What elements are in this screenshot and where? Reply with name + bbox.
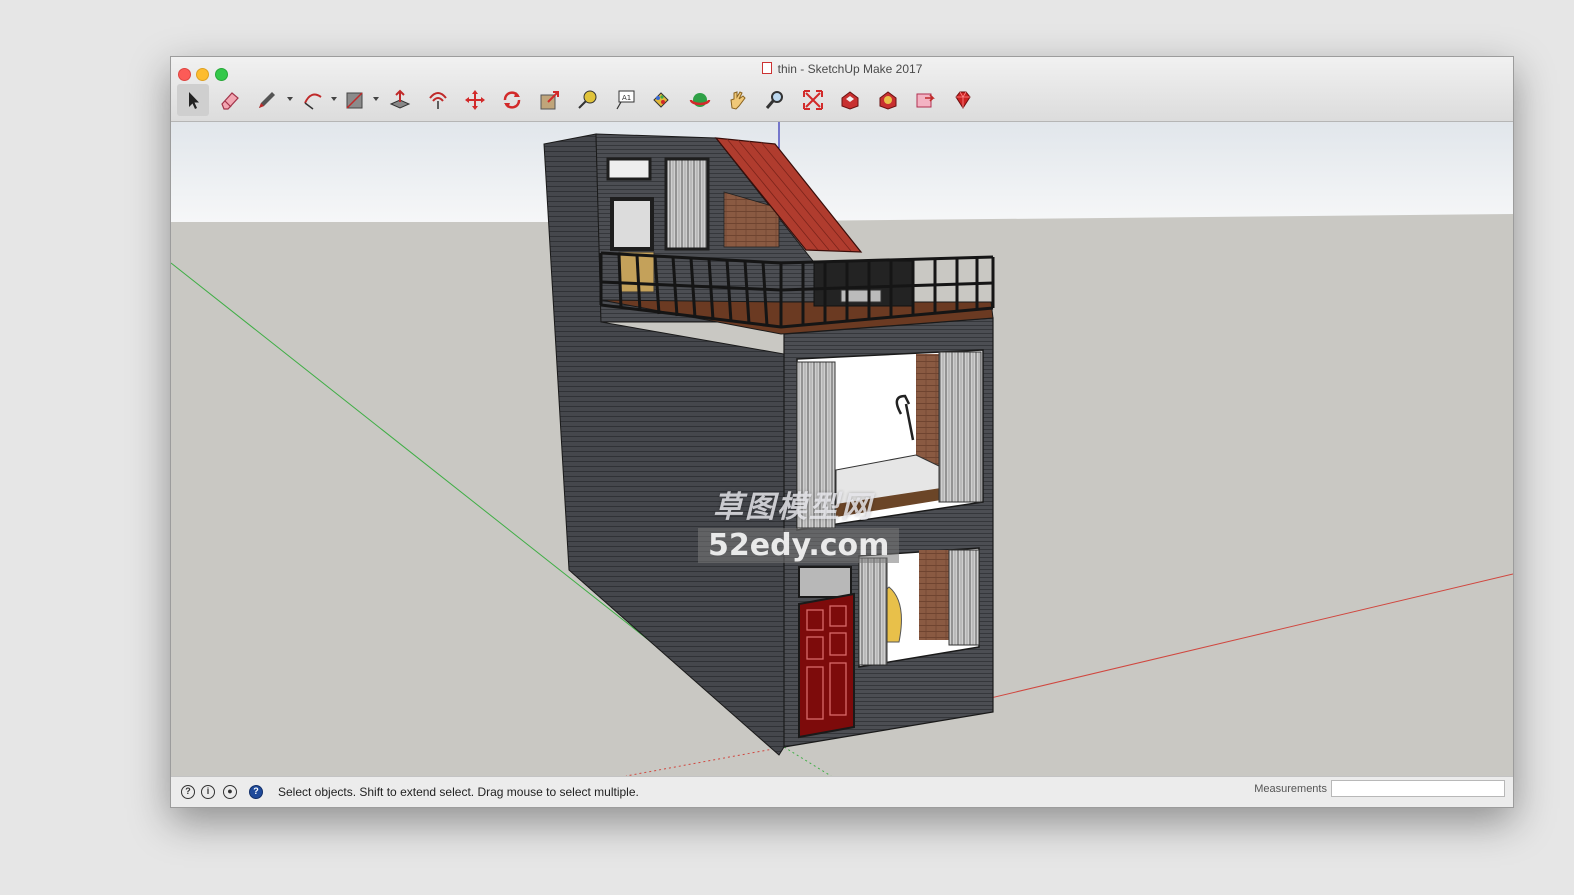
- pan-tool-button[interactable]: [722, 84, 754, 116]
- ground-curtain-right: [948, 549, 980, 646]
- zoom-extents-tool-button[interactable]: [797, 84, 829, 116]
- bedroom-curtain-right: [938, 351, 982, 503]
- arc-tool-button[interactable]: [297, 84, 329, 116]
- credits-icon[interactable]: i: [201, 785, 215, 799]
- extension-warehouse-icon: [879, 91, 897, 110]
- ground-curtain-left: [858, 557, 888, 666]
- zoom-extents-icon: [803, 90, 823, 110]
- main-toolbar: A1: [177, 83, 997, 119]
- pencil-tool-button[interactable]: [251, 84, 283, 116]
- sketchup-window: thin - SketchUp Make 2017 A1 草图模型网 52edy…: [170, 56, 1514, 808]
- shape-tool-button[interactable]: [339, 84, 371, 116]
- pencil-dropdown-caret[interactable]: [287, 97, 293, 101]
- upper-door-window: [610, 197, 654, 251]
- warehouse-icon: [841, 91, 859, 110]
- eraser-icon: [221, 92, 239, 110]
- svg-text:A1: A1: [622, 94, 631, 102]
- text-tool-button[interactable]: A1: [609, 84, 641, 116]
- push-pull-tool-button[interactable]: [384, 84, 416, 116]
- sky: [171, 122, 1513, 222]
- status-bar: ? i ● ? Select objects. Shift to extend …: [171, 776, 1513, 807]
- 3d-viewport[interactable]: 草图模型网 52edy.com: [171, 122, 1513, 776]
- offset-tool-button[interactable]: [422, 84, 454, 116]
- eraser-tool-button[interactable]: [214, 84, 246, 116]
- instructor-help-icon[interactable]: ?: [249, 785, 263, 799]
- arc-dropdown-caret[interactable]: [331, 97, 337, 101]
- arrow-cursor-icon: [189, 92, 199, 109]
- magnifier-icon: [765, 91, 783, 109]
- window-title: thin - SketchUp Make 2017: [777, 62, 923, 76]
- tape-measure-tool-button[interactable]: [571, 84, 603, 116]
- upper-window-small: [606, 157, 652, 181]
- bedroom-curtain-left: [796, 361, 836, 529]
- rotate-icon: [503, 91, 521, 109]
- upper-curtain: [664, 157, 710, 251]
- push-pull-icon: [389, 89, 411, 109]
- geo-location-icon[interactable]: ?: [181, 785, 195, 799]
- select-tool-button[interactable]: [177, 84, 209, 116]
- scale-tool-button[interactable]: [534, 84, 566, 116]
- extension-manager-tool-button[interactable]: [947, 84, 979, 116]
- orbit-tool-button[interactable]: [684, 84, 716, 116]
- extension-warehouse-tool-button[interactable]: [872, 84, 904, 116]
- pencil-icon: [259, 92, 275, 108]
- arc-icon: [304, 93, 322, 110]
- zoom-tool-button[interactable]: [759, 84, 791, 116]
- offset-icon: [429, 92, 447, 109]
- orbit-icon: [689, 93, 711, 107]
- scale-icon: [540, 91, 559, 110]
- document-icon: [761, 62, 772, 74]
- measurements-label: Measurements: [1254, 783, 1327, 795]
- rotate-tool-button[interactable]: [496, 84, 528, 116]
- ground-floor-window-top: [798, 566, 852, 598]
- move-tool-button[interactable]: [459, 84, 491, 116]
- measurements-field[interactable]: [1331, 780, 1505, 797]
- move-icon: [465, 90, 485, 110]
- text-icon: A1: [616, 90, 635, 110]
- user-account-icon[interactable]: ●: [223, 785, 237, 799]
- hand-icon: [730, 91, 746, 110]
- paint-bucket-icon: [653, 92, 669, 108]
- rectangle-icon: [346, 92, 363, 109]
- model-scene: [171, 122, 1513, 776]
- status-message: Select objects. Shift to extend select. …: [278, 785, 639, 799]
- send-to-layout-tool-button[interactable]: [909, 84, 941, 116]
- ground-brick-wall: [919, 550, 949, 640]
- window-title-area: thin - SketchUp Make 2017: [171, 62, 1513, 76]
- ruby-gem-icon: [955, 91, 971, 109]
- layout-icon: [916, 93, 935, 108]
- paint-bucket-tool-button[interactable]: [645, 84, 677, 116]
- 3d-warehouse-tool-button[interactable]: [834, 84, 866, 116]
- title-bar: thin - SketchUp Make 2017 A1: [171, 57, 1513, 122]
- tape-measure-icon: [578, 90, 597, 109]
- shape-dropdown-caret[interactable]: [373, 97, 379, 101]
